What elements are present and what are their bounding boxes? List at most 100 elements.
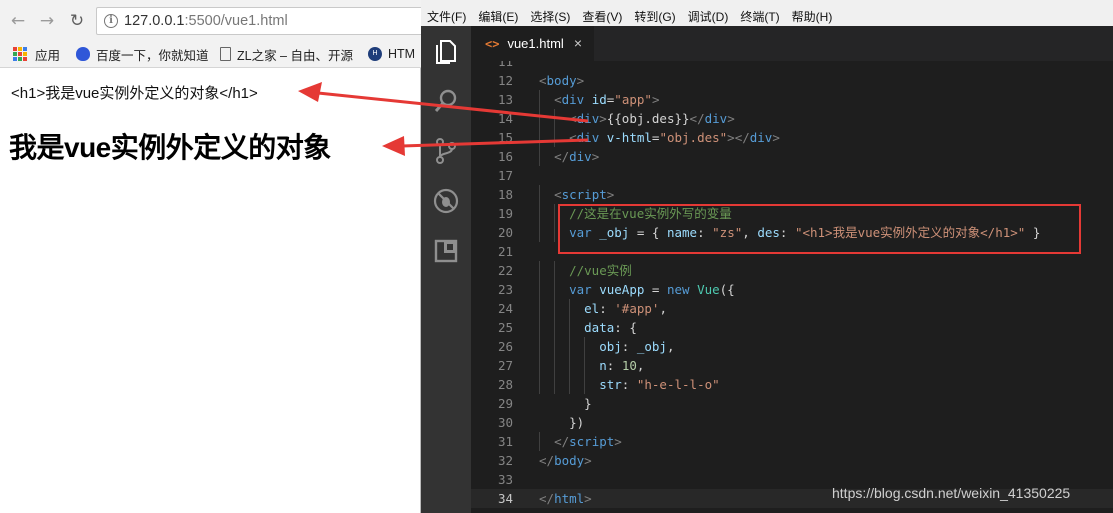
source-control-icon[interactable] bbox=[431, 136, 461, 166]
tab-vue1-html[interactable]: <> vue1.html × bbox=[471, 26, 594, 61]
line-number: 20 bbox=[497, 225, 513, 240]
code-line[interactable]: 25 data: { bbox=[471, 318, 1113, 337]
menu-selection[interactable]: 选择(S) bbox=[530, 8, 570, 25]
code-line[interactable]: 32 </body> bbox=[471, 451, 1113, 470]
back-arrow-icon[interactable]: ← bbox=[7, 10, 29, 32]
code-text: </body> bbox=[539, 451, 592, 470]
editor-tab-bar: <> vue1.html × bbox=[471, 26, 1113, 61]
code-token: </ bbox=[539, 453, 555, 468]
code-token: data bbox=[584, 320, 615, 335]
menu-edit[interactable]: 编辑(E) bbox=[478, 8, 518, 25]
code-token: > bbox=[727, 111, 735, 126]
code-token: n bbox=[599, 358, 607, 373]
menu-go[interactable]: 转到(G) bbox=[634, 8, 675, 25]
code-token: script bbox=[569, 434, 615, 449]
reload-icon[interactable]: ↻ bbox=[66, 10, 88, 32]
code-token: body bbox=[546, 73, 577, 88]
menu-terminal[interactable]: 终端(T) bbox=[740, 8, 779, 25]
line-number: 26 bbox=[497, 339, 513, 354]
code-token: }) bbox=[539, 415, 585, 430]
code-token: < bbox=[539, 73, 547, 88]
code-token: > bbox=[614, 434, 622, 449]
menu-debug[interactable]: 调试(D) bbox=[688, 8, 729, 25]
code-line[interactable]: 28 str: "h-e-l-l-o" bbox=[471, 375, 1113, 394]
code-text: <body> bbox=[539, 71, 584, 90]
code-token: obj bbox=[599, 339, 622, 354]
code-text: var vueApp = new Vue({ bbox=[539, 280, 735, 299]
code-token: > bbox=[584, 491, 592, 506]
code-token: var bbox=[569, 282, 592, 297]
code-line[interactable]: 22 //vue实例 bbox=[471, 261, 1113, 280]
code-token: Vue bbox=[697, 282, 720, 297]
code-token: 10 bbox=[621, 358, 637, 373]
raw-html-text: <h1>我是vue实例外定义的对象</h1> bbox=[11, 85, 258, 102]
menu-bar: 文件(F) 编辑(E) 选择(S) 查看(V) 转到(G) 调试(D) 终端(T… bbox=[421, 6, 1113, 26]
code-token: //vue实例 bbox=[569, 263, 632, 278]
tab-label: vue1.html bbox=[507, 36, 564, 51]
explorer-files-icon[interactable] bbox=[431, 36, 461, 66]
code-text: } bbox=[539, 394, 592, 413]
address-bar[interactable]: i 127.0.0.1:5500/vue1.html bbox=[96, 7, 426, 35]
forward-arrow-icon[interactable]: → bbox=[36, 10, 58, 32]
code-token: div bbox=[749, 130, 773, 145]
code-line[interactable]: 14 <div>{{obj.des}}</div> bbox=[471, 109, 1113, 128]
info-icon[interactable]: i bbox=[104, 14, 118, 28]
code-area[interactable]: 11 12 <body> 13 <div id="app"> 14 <div>{{obj… bbox=[471, 61, 1113, 513]
code-line[interactable]: 15 <div v-html="obj.des"></div> bbox=[471, 128, 1113, 147]
code-token: div bbox=[704, 111, 728, 126]
code-token: "h-e-l-l-o" bbox=[636, 377, 720, 392]
menu-view[interactable]: 查看(V) bbox=[582, 8, 622, 25]
menu-file[interactable]: 文件(F) bbox=[427, 8, 466, 25]
bookmark-label: ZL之家 – 自由、开源 bbox=[237, 48, 353, 63]
line-number: 25 bbox=[497, 320, 513, 335]
close-icon[interactable]: × bbox=[574, 35, 582, 51]
code-line[interactable]: 13 <div id="app"> bbox=[471, 90, 1113, 109]
code-line[interactable]: 31 </script> bbox=[471, 432, 1113, 451]
menu-help[interactable]: 帮助(H) bbox=[792, 8, 833, 25]
code-token: </ bbox=[539, 491, 555, 506]
code-token: el bbox=[584, 301, 600, 316]
code-line[interactable]: 11 bbox=[471, 61, 1113, 71]
line-number: 18 bbox=[497, 187, 513, 202]
code-token: > bbox=[576, 73, 585, 88]
code-token: html bbox=[554, 491, 585, 506]
bookmark-html[interactable]: H HTM bbox=[368, 40, 415, 68]
code-token: : { bbox=[614, 320, 637, 335]
code-line[interactable]: 24 el: '#app', bbox=[471, 299, 1113, 318]
debug-icon[interactable] bbox=[431, 186, 461, 216]
bookmark-baidu[interactable]: 百度一下，你就知道 bbox=[76, 40, 209, 68]
bookmark-zl[interactable]: ZL之家 – 自由、开源 bbox=[220, 40, 353, 68]
code-line[interactable]: 29 } bbox=[471, 394, 1113, 413]
line-number: 16 bbox=[497, 149, 513, 164]
code-line[interactable]: 30 }) bbox=[471, 413, 1113, 432]
code-line[interactable]: 12 <body> bbox=[471, 71, 1113, 90]
bookmark-apps[interactable]: 应用 bbox=[13, 40, 60, 68]
code-line[interactable]: 26 obj: _obj, bbox=[471, 337, 1113, 356]
line-number: 24 bbox=[497, 301, 513, 316]
code-text: }) bbox=[539, 413, 584, 432]
line-number: 13 bbox=[497, 92, 513, 107]
code-line[interactable]: 27 n: 10, bbox=[471, 356, 1113, 375]
code-line[interactable]: 17 bbox=[471, 166, 1113, 185]
code-text: str: "h-e-l-l-o" bbox=[539, 375, 720, 394]
bookmark-label: HTM bbox=[388, 47, 416, 61]
code-line[interactable]: 18 <script> bbox=[471, 185, 1113, 204]
code-text: el: '#app', bbox=[539, 299, 667, 318]
search-icon[interactable] bbox=[431, 86, 461, 116]
code-line[interactable]: 16 </div> bbox=[471, 147, 1113, 166]
baidu-paw-icon bbox=[76, 47, 90, 61]
line-number: 17 bbox=[497, 168, 513, 183]
url-text[interactable]: 127.0.0.1:5500/vue1.html bbox=[124, 13, 288, 29]
code-line[interactable]: 23 var vueApp = new Vue({ bbox=[471, 280, 1113, 299]
code-token: </ bbox=[689, 111, 705, 126]
extensions-icon[interactable] bbox=[431, 236, 461, 266]
url-host: 127.0.0.1 bbox=[124, 13, 185, 29]
code-text: <script> bbox=[539, 185, 614, 204]
line-number: 15 bbox=[497, 130, 513, 145]
